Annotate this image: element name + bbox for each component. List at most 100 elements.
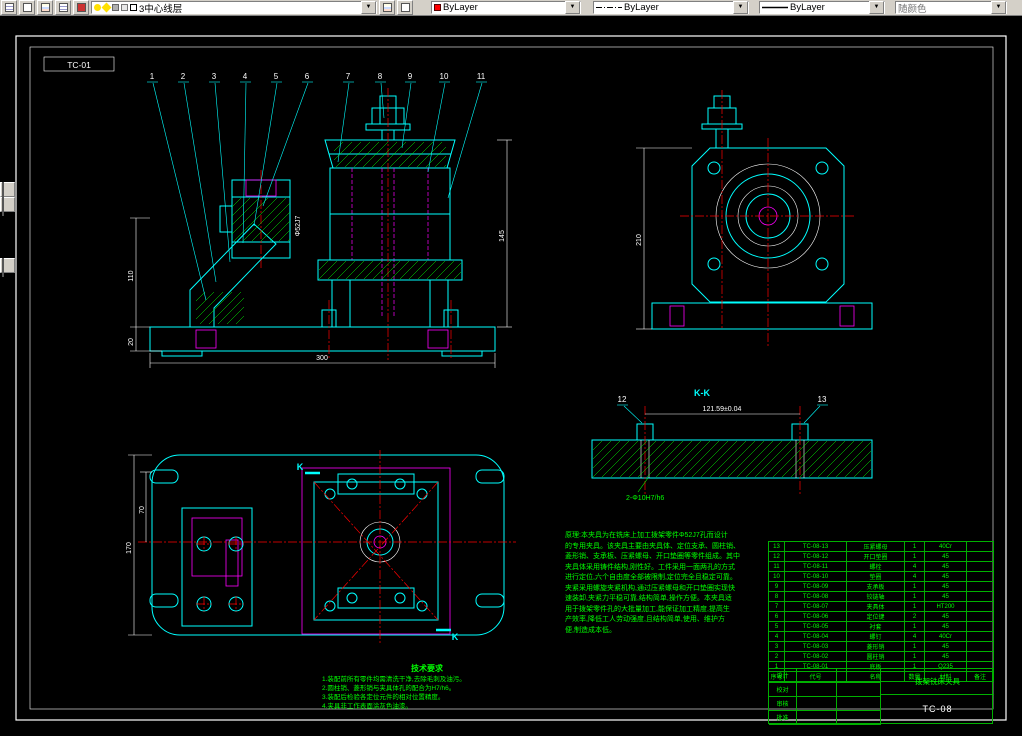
bom-cell: 1 — [904, 641, 925, 652]
bom-cell: 45 — [924, 571, 967, 582]
chevron-down-icon[interactable]: ▼ — [733, 1, 748, 14]
docked-toolbar-button[interactable] — [0, 182, 15, 201]
bom-cell: 11 — [768, 561, 785, 572]
callout-number: 10 — [440, 72, 449, 81]
color-dropdown[interactable]: ByLayer ▼ — [431, 1, 581, 14]
callout-number: 1 — [150, 72, 155, 81]
linetype-preview-icon — [596, 7, 622, 8]
docked-toolbar-button[interactable] — [0, 258, 15, 277]
title-block-label: 校对 — [769, 683, 797, 697]
note-line: 夹具体采用铸件结构,刚性好。工件采用一面两孔的方式 — [565, 563, 735, 571]
callout-number: 2 — [181, 72, 186, 81]
bom-cell: 开口垫圈 — [846, 551, 905, 562]
match-properties-button[interactable] — [19, 0, 35, 15]
make-object-layer-current-button[interactable] — [379, 0, 395, 15]
color-control-button[interactable] — [73, 0, 89, 15]
tech-requirement-line: 4.夹具非工作表面涂灰色油漆。 — [322, 703, 412, 710]
drawing-number: TC-08 — [922, 704, 953, 714]
layer-states-icon — [58, 3, 68, 12]
bom-cell — [966, 641, 994, 652]
title-block-name-area: 拨架铣床夹具 TC-08 — [881, 669, 994, 723]
dim-plan-height: 170 — [126, 542, 133, 554]
bom-cell — [966, 571, 994, 582]
bom-cell: 45 — [924, 561, 967, 572]
hatch-pattern — [232, 198, 290, 241]
principle-notes: 原理:本夹具为在铣床上加工拨架零件Φ52J7孔而设计 的专用夹具。该夹具主要由夹具… — [565, 531, 761, 636]
bom-cell: 4 — [904, 561, 925, 572]
properties-icon — [4, 3, 14, 12]
color-swatch-icon — [76, 3, 86, 12]
bom-cell — [966, 651, 994, 662]
properties-button[interactable] — [1, 0, 17, 15]
note-line: 原理:本夹具为在铣床上加工拨架零件Φ52J7孔而设计 — [565, 532, 728, 539]
lineweight-dropdown[interactable]: ByLayer ▼ — [759, 1, 885, 14]
note-line: 产效率,降低工人劳动强度,且结构简单,使用、维护方 — [565, 616, 725, 623]
note-line: 夹紧采用螺旋夹紧机构,通过压紧螺母和开口垫圈实现快 — [565, 584, 735, 592]
section-mark-bottom: K — [452, 632, 459, 642]
bom-cell: 1 — [904, 541, 925, 552]
bom-row: 8 TC-08-08 铰链轴 1 45 — [768, 591, 994, 602]
cad-application-window: 3中心线层 ▼ ByLayer ▼ ByLayer ▼ ByLayer ▼ 随颜… — [0, 0, 1022, 736]
section-title: K-K — [694, 388, 710, 398]
layer-freeze-icon — [101, 2, 112, 13]
bom-cell: 1 — [904, 591, 925, 602]
bom-cell: 1 — [904, 601, 925, 612]
callout-number: 5 — [274, 72, 279, 81]
title-block: 设计 校对 审核 批准 拨架铣床夹具 TC-08 — [768, 668, 994, 725]
section-mark-top: K — [297, 462, 304, 472]
bom-cell: 13 — [768, 541, 785, 552]
layer-previous-button[interactable] — [397, 0, 413, 15]
tech-requirement-line: 3.装配后检验各定位元件的相对位置精度。 — [322, 694, 445, 701]
bom-cell: 1 — [904, 651, 925, 662]
dim-front-height-upper: 110 — [128, 270, 135, 281]
lineweight-preview-icon — [762, 6, 788, 9]
bom-cell: 8 — [768, 591, 785, 602]
tech-requirement-line: 2.圆柱销、菱形销与夹具体孔的配合为H7/h6。 — [322, 685, 456, 692]
bom-cell: HT200 — [924, 601, 967, 612]
drawing-title: 拨架铣床夹具 — [881, 669, 994, 695]
bom-row: 4 TC-08-04 螺钉 4 40Cr — [768, 631, 994, 642]
bom-cell: 9 — [768, 581, 785, 592]
bom-cell: 45 — [924, 581, 967, 592]
layer-dropdown[interactable]: 3中心线层 ▼ — [91, 1, 377, 15]
layer-states-button[interactable] — [55, 0, 71, 15]
hatch-pattern — [196, 292, 244, 324]
bom-cell: TC-08-13 — [784, 541, 847, 552]
note-line: 速装卸,夹紧力平稳可靠,结构简单,操作方便。本夹具适 — [565, 595, 732, 602]
dim-clamp-bore: Φ52J7 — [295, 216, 302, 237]
bom-row: 7 TC-08-07 夹具体 1 HT200 — [768, 601, 994, 612]
chevron-down-icon[interactable]: ▼ — [565, 1, 580, 14]
bom-cell — [966, 541, 994, 552]
bom-cell: 45 — [924, 641, 967, 652]
bom-cell: 40Cr — [924, 541, 967, 552]
bom-row: 9 TC-08-09 支承板 1 45 — [768, 581, 994, 592]
linetype-dropdown[interactable]: ByLayer ▼ — [593, 1, 749, 14]
front-view: 300 110 20 145 Φ52J7 — [128, 88, 512, 368]
chevron-down-icon[interactable]: ▼ — [361, 1, 376, 14]
chevron-down-icon[interactable]: ▼ — [869, 1, 884, 14]
bom-row: 2 TC-08-02 圆柱销 1 45 — [768, 651, 994, 662]
bom-cell: TC-08-05 — [784, 621, 847, 632]
object-properties-toolbar: 3中心线层 ▼ ByLayer ▼ ByLayer ▼ ByLayer ▼ 随颜… — [0, 0, 1022, 16]
bom-cell: TC-08-03 — [784, 641, 847, 652]
bom-cell: TC-08-04 — [784, 631, 847, 642]
color-dropdown-value: ByLayer — [443, 2, 478, 13]
dim-front-width: 300 — [316, 355, 328, 362]
layer-on-icon — [94, 4, 101, 11]
note-line: 进行定位,六个自由度全部被限制,定位完全且稳定可靠。 — [565, 574, 737, 581]
bom-cell — [966, 591, 994, 602]
bom-cell — [966, 561, 994, 572]
layers-manager-button[interactable] — [37, 0, 53, 15]
bom-cell: 菱形销 — [846, 641, 905, 652]
lineweight-dropdown-value: ByLayer — [790, 2, 825, 13]
bom-cell: 4 — [904, 631, 925, 642]
bom-cell: TC-08-10 — [784, 571, 847, 582]
bom-cell: 1 — [904, 581, 925, 592]
bom-cell: TC-08-06 — [784, 611, 847, 622]
bom-cell — [966, 621, 994, 632]
bom-cell: TC-08-02 — [784, 651, 847, 662]
bom-cell: 10 — [768, 571, 785, 582]
docked-toolbar-button[interactable] — [0, 197, 15, 216]
callout-number: 7 — [346, 72, 351, 81]
bom-cell: 1 — [904, 621, 925, 632]
